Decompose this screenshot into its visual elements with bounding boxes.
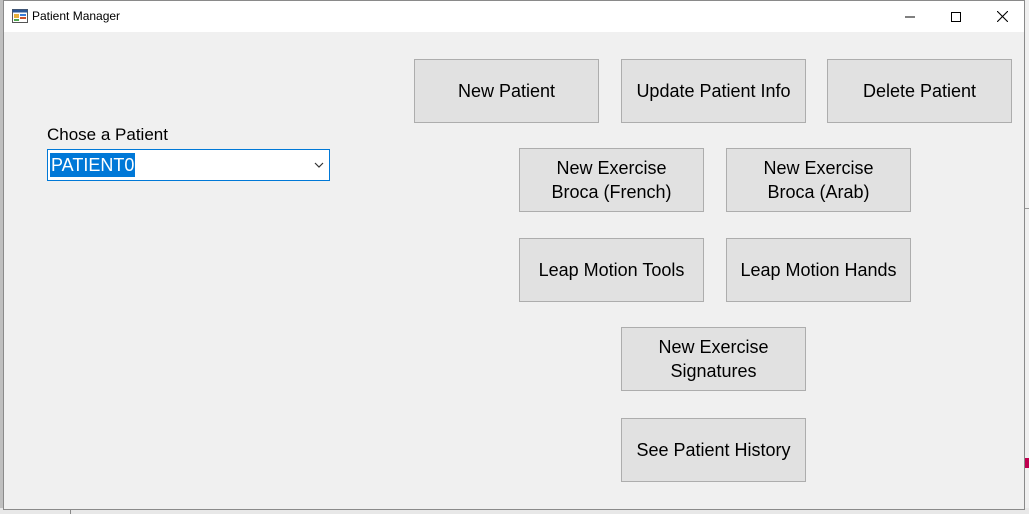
patient-selector-label: Chose a Patient	[47, 125, 168, 144]
maximize-icon	[951, 11, 961, 22]
minimize-icon	[905, 16, 915, 17]
delete-patient-button[interactable]: Delete Patient	[827, 59, 1012, 123]
leap-motion-hands-button[interactable]: Leap Motion Hands	[726, 238, 911, 302]
close-icon	[996, 11, 1008, 22]
patient-manager-window: Patient Manager Chose a Patient PATIENT0…	[3, 0, 1025, 510]
close-button[interactable]	[979, 1, 1025, 32]
app-icon	[12, 9, 28, 23]
new-exercise-broca-french-button[interactable]: New Exercise Broca (French)	[519, 148, 704, 212]
leap-motion-tools-button[interactable]: Leap Motion Tools	[519, 238, 704, 302]
update-patient-info-button[interactable]: Update Patient Info	[621, 59, 806, 123]
new-exercise-signatures-button[interactable]: New Exercise Signatures	[621, 327, 806, 391]
window-title: Patient Manager	[32, 9, 121, 23]
maximize-button[interactable]	[933, 1, 979, 32]
new-exercise-broca-arab-button[interactable]: New Exercise Broca (Arab)	[726, 148, 911, 212]
patient-dropdown[interactable]: PATIENT0	[47, 149, 330, 181]
title-bar[interactable]: Patient Manager	[4, 1, 1024, 32]
new-patient-button[interactable]: New Patient	[414, 59, 599, 123]
see-patient-history-button[interactable]: See Patient History	[621, 418, 806, 482]
chevron-down-icon[interactable]	[312, 158, 326, 172]
patient-dropdown-value: PATIENT0	[50, 153, 136, 177]
minimize-button[interactable]	[887, 1, 933, 32]
